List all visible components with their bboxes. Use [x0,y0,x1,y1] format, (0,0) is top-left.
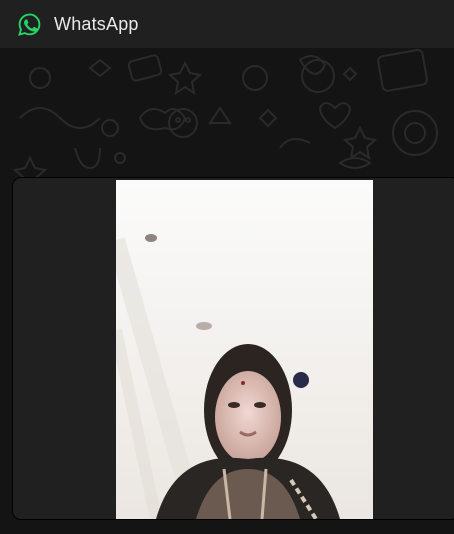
whatsapp-logo-icon [18,13,41,36]
app-title: WhatsApp [54,14,139,34]
video-frame-person [116,180,373,519]
video-message[interactable] [116,180,373,519]
app-titlebar: WhatsApp [0,0,454,48]
